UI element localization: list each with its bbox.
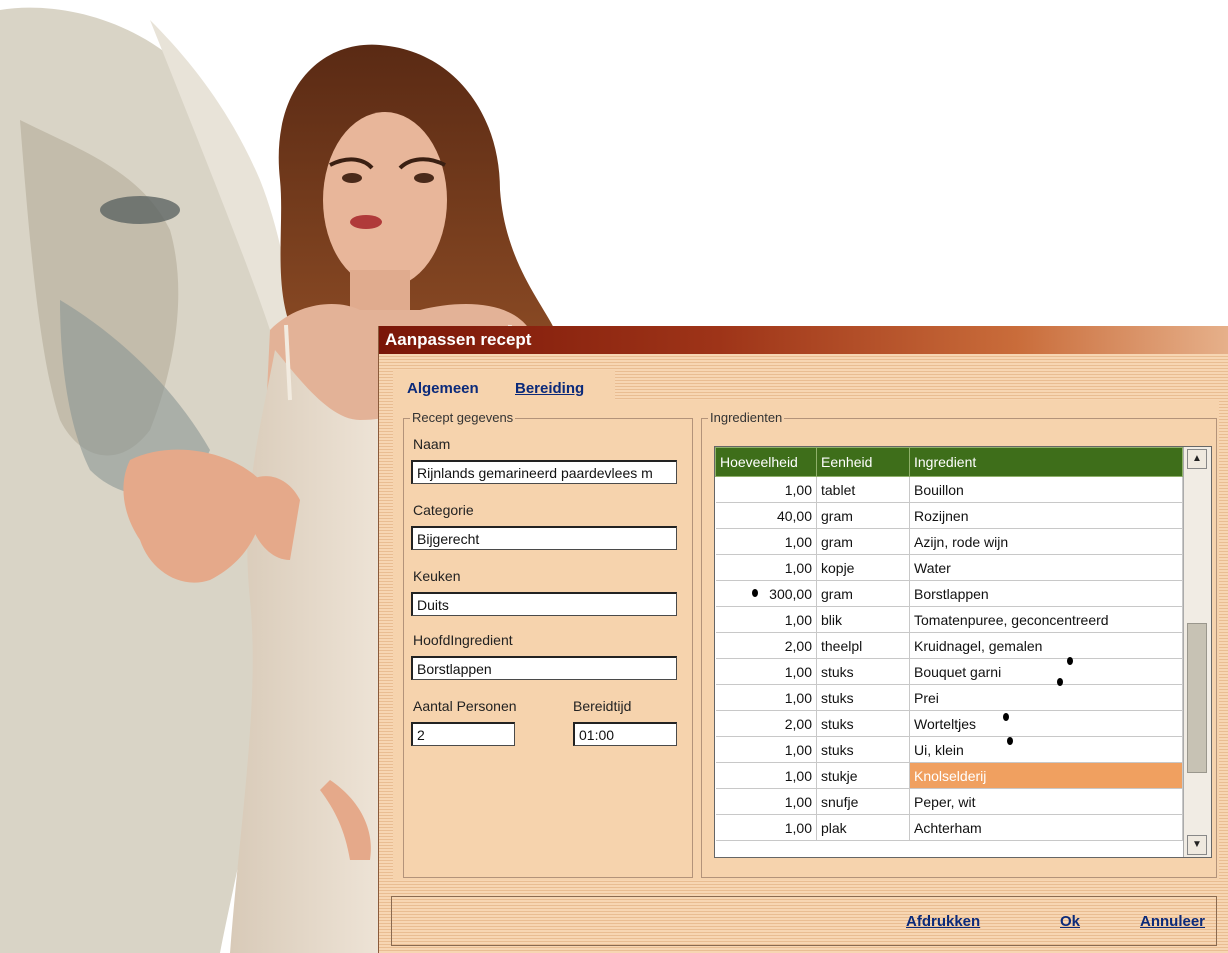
hoofdingredient-field[interactable]: Borstlappen: [411, 656, 677, 680]
table-row[interactable]: 1,00 plak Achterham: [715, 814, 1183, 841]
cell-unit[interactable]: stuks: [816, 684, 910, 711]
cell-quantity[interactable]: 1,00: [715, 554, 817, 581]
cell-quantity[interactable]: 1,00: [715, 814, 817, 841]
cell-unit[interactable]: tablet: [816, 476, 910, 503]
column-header-eenheid[interactable]: Eenheid: [816, 447, 910, 477]
cell-unit[interactable]: gram: [816, 580, 910, 607]
hoofdingredient-label: HoofdIngredient: [413, 632, 513, 648]
pen-mark: [1007, 737, 1013, 745]
cell-unit[interactable]: stuks: [816, 736, 910, 763]
cell-ingredient[interactable]: Kruidnagel, gemalen: [909, 632, 1183, 659]
table-row[interactable]: 1,00 snufje Peper, wit: [715, 788, 1183, 815]
table-row[interactable]: 1,00 gram Azijn, rode wijn: [715, 528, 1183, 555]
tab-algemeen[interactable]: Algemeen: [407, 380, 479, 397]
dialog-title: Aanpassen recept: [385, 330, 532, 349]
naam-label: Naam: [413, 436, 451, 452]
cell-ingredient[interactable]: Peper, wit: [909, 788, 1183, 815]
cell-unit[interactable]: gram: [816, 528, 910, 555]
cell-ingredient[interactable]: Tomatenpuree, geconcentreerd: [909, 606, 1183, 633]
column-header-ingredient[interactable]: Ingredient: [909, 447, 1183, 477]
scroll-down-icon[interactable]: ▼: [1187, 835, 1207, 855]
cell-quantity[interactable]: 40,00: [715, 502, 817, 529]
naam-field[interactable]: Rijnlands gemarineerd paardevlees m: [411, 460, 677, 484]
tab-bereiding[interactable]: Bereiding: [515, 380, 584, 397]
cell-ingredient[interactable]: Knolselderij: [909, 762, 1183, 789]
grid-header-row: Hoeveelheid Eenheid Ingredient: [715, 447, 1183, 477]
bereidtijd-label: Bereidtijd: [573, 698, 632, 714]
table-row[interactable]: 1,00 tablet Bouillon: [715, 476, 1183, 503]
cell-ingredient[interactable]: Bouquet garni: [909, 658, 1183, 685]
keuken-label: Keuken: [413, 568, 461, 584]
tab-strip: Algemeen Bereiding: [393, 370, 615, 400]
aantal-personen-field[interactable]: 2: [411, 722, 515, 746]
cell-unit[interactable]: stuks: [816, 710, 910, 737]
recipe-data-group: Recept gegevens: [403, 410, 693, 878]
scroll-up-icon[interactable]: ▲: [1187, 449, 1207, 469]
cell-ingredient[interactable]: Worteltjes: [909, 710, 1183, 737]
categorie-field[interactable]: Bijgerecht: [411, 526, 677, 550]
table-row[interactable]: 1,00 stuks Ui, klein: [715, 736, 1183, 763]
dialog-footer: Afdrukken Ok Annuleer: [391, 896, 1217, 946]
aantal-personen-label: Aantal Personen: [413, 698, 517, 714]
cell-unit[interactable]: stuks: [816, 658, 910, 685]
cell-ingredient[interactable]: Rozijnen: [909, 502, 1183, 529]
cell-quantity[interactable]: 1,00: [715, 606, 817, 633]
cell-quantity[interactable]: 1,00: [715, 762, 817, 789]
cell-quantity[interactable]: 1,00: [715, 658, 817, 685]
cell-unit[interactable]: gram: [816, 502, 910, 529]
cell-unit[interactable]: kopje: [816, 554, 910, 581]
cell-quantity[interactable]: 1,00: [715, 684, 817, 711]
cell-ingredient[interactable]: Water: [909, 554, 1183, 581]
categorie-label: Categorie: [413, 502, 474, 518]
ingredients-legend: Ingredienten: [708, 410, 785, 425]
cell-ingredient[interactable]: Azijn, rode wijn: [909, 528, 1183, 555]
table-row[interactable]: 2,00 stuks Worteltjes: [715, 710, 1183, 737]
cell-ingredient[interactable]: Prei: [909, 684, 1183, 711]
cell-unit[interactable]: plak: [816, 814, 910, 841]
cell-quantity[interactable]: 2,00: [715, 632, 817, 659]
cell-unit[interactable]: stukje: [816, 762, 910, 789]
table-row[interactable]: 1,00 stukje Knolselderij: [715, 762, 1183, 789]
table-row[interactable]: 40,00 gram Rozijnen: [715, 502, 1183, 529]
title-bar[interactable]: Aanpassen recept: [379, 326, 1228, 354]
table-row[interactable]: 1,00 kopje Water: [715, 554, 1183, 581]
keuken-field[interactable]: Duits: [411, 592, 677, 616]
cell-quantity[interactable]: 1,00: [715, 528, 817, 555]
column-header-hoeveelheid[interactable]: Hoeveelheid: [715, 447, 817, 477]
grid-body: 1,00 tablet Bouillon 40,00 gram Rozijnen 1,00 g…: [715, 476, 1183, 841]
bereidtijd-field[interactable]: 01:00: [573, 722, 677, 746]
grid-scrollbar[interactable]: ▲ ▼: [1183, 447, 1211, 857]
table-row[interactable]: 1,00 blik Tomatenpuree, geconcentreerd: [715, 606, 1183, 633]
ingredients-grid[interactable]: Hoeveelheid Eenheid Ingredient 1,00 table…: [714, 446, 1212, 858]
recipe-data-legend: Recept gegevens: [410, 410, 516, 425]
print-button[interactable]: Afdrukken: [906, 913, 980, 930]
cell-quantity[interactable]: 1,00: [715, 736, 817, 763]
pen-mark: [1057, 678, 1063, 686]
table-row[interactable]: 2,00 theelpl Kruidnagel, gemalen: [715, 632, 1183, 659]
cancel-button[interactable]: Annuleer: [1140, 913, 1205, 930]
cell-ingredient[interactable]: Ui, klein: [909, 736, 1183, 763]
cell-ingredient[interactable]: Borstlappen: [909, 580, 1183, 607]
pen-mark: [1003, 713, 1009, 721]
cell-quantity[interactable]: 2,00: [715, 710, 817, 737]
pen-mark: [752, 589, 758, 597]
scrollbar-thumb[interactable]: [1187, 623, 1207, 773]
cell-ingredient[interactable]: Bouillon: [909, 476, 1183, 503]
edit-recipe-dialog: Aanpassen recept Algemeen Bereiding Rece…: [378, 326, 1228, 953]
pen-mark: [1067, 657, 1073, 665]
cell-quantity[interactable]: 1,00: [715, 476, 817, 503]
ok-button[interactable]: Ok: [1060, 913, 1080, 930]
table-row[interactable]: 300,00 gram Borstlappen: [715, 580, 1183, 607]
cell-ingredient[interactable]: Achterham: [909, 814, 1183, 841]
table-row[interactable]: 1,00 stuks Prei: [715, 684, 1183, 711]
cell-quantity[interactable]: 1,00: [715, 788, 817, 815]
cell-unit[interactable]: blik: [816, 606, 910, 633]
cell-unit[interactable]: snufje: [816, 788, 910, 815]
cell-quantity[interactable]: 300,00: [715, 580, 817, 607]
table-row[interactable]: 1,00 stuks Bouquet garni: [715, 658, 1183, 685]
cell-unit[interactable]: theelpl: [816, 632, 910, 659]
ingredients-table: Hoeveelheid Eenheid Ingredient 1,00 table…: [715, 447, 1183, 841]
